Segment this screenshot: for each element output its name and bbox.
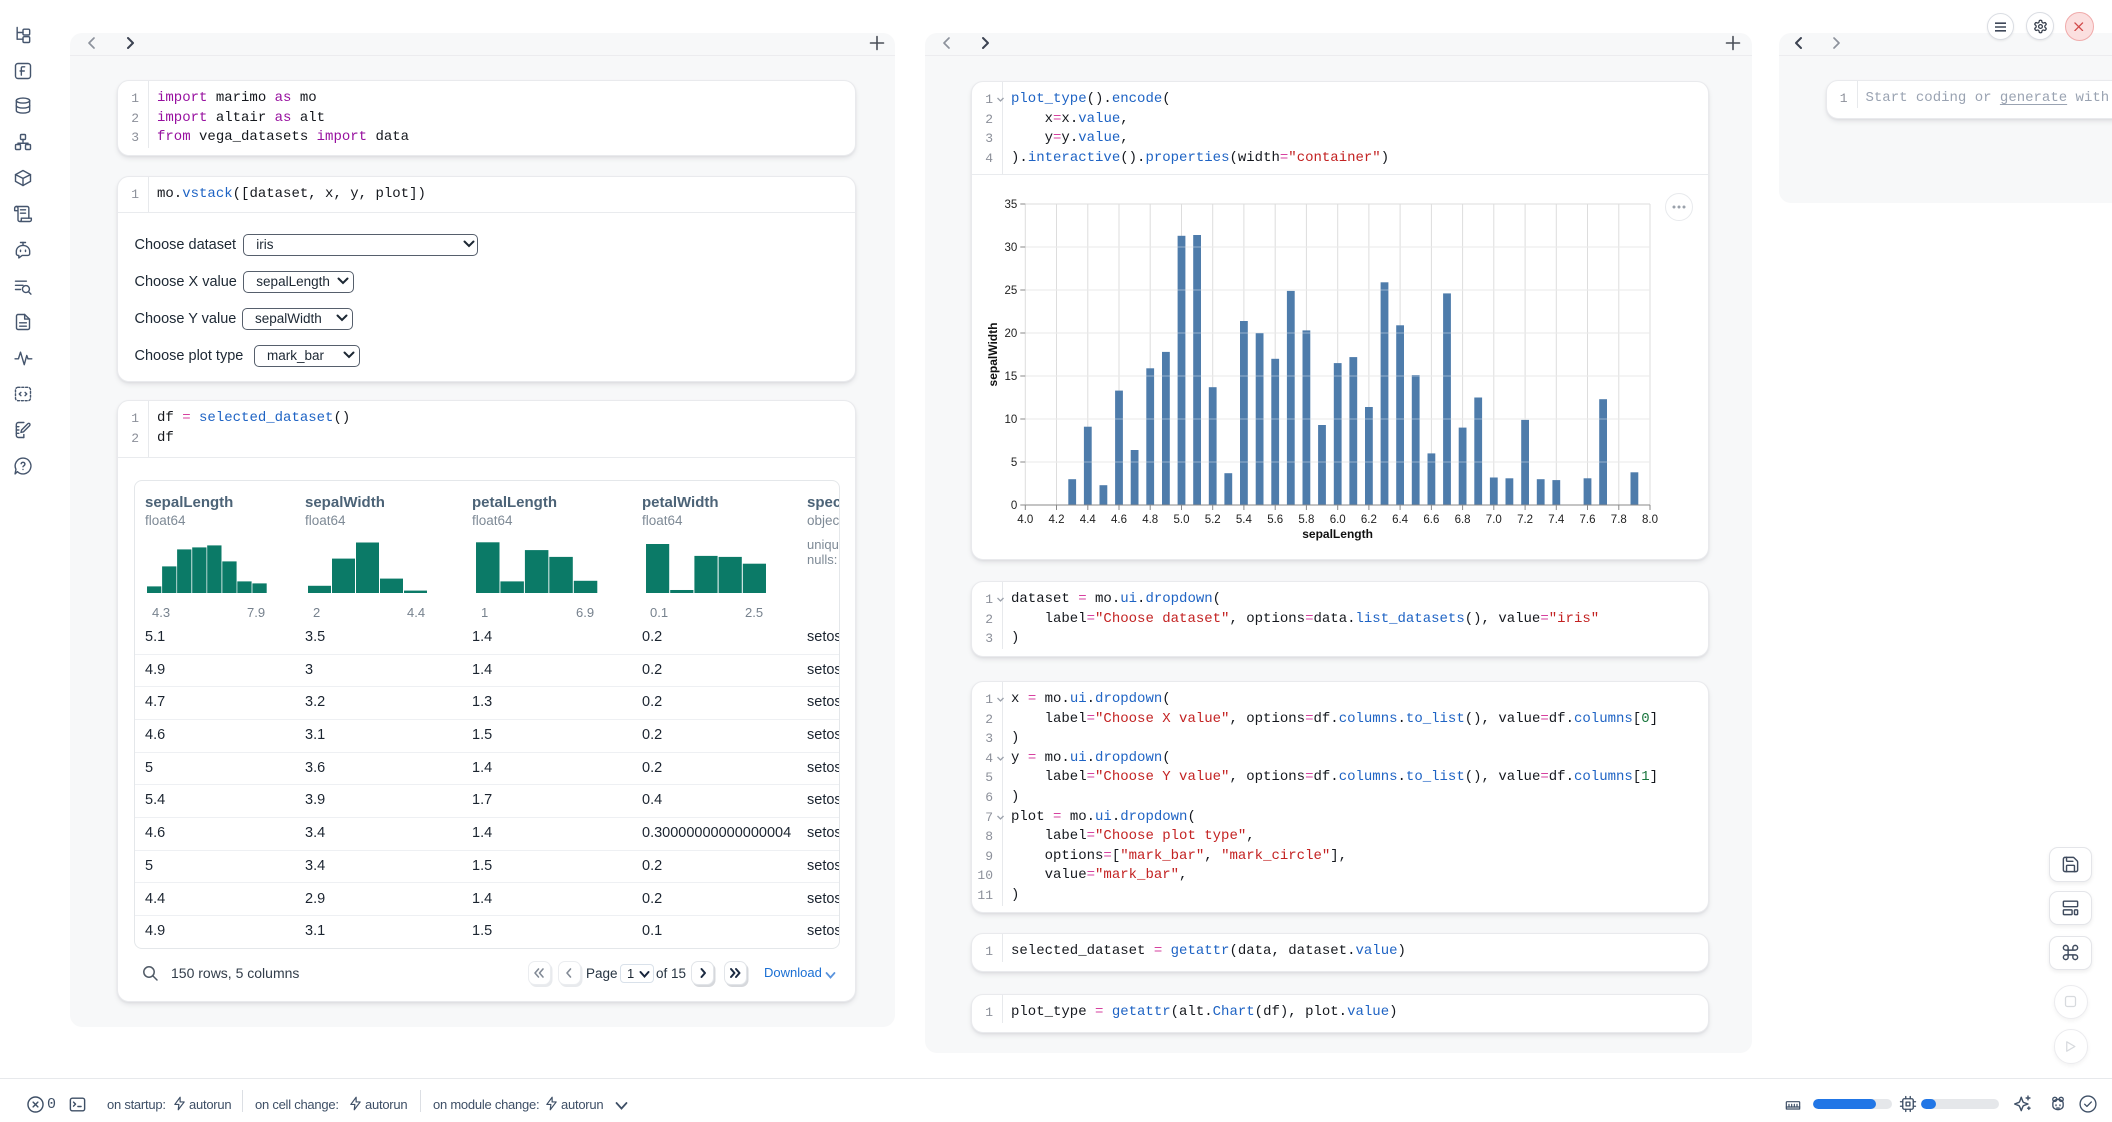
- svg-text:sepalLength: sepalLength: [1302, 527, 1373, 541]
- svg-text:7.6: 7.6: [1580, 514, 1596, 526]
- svg-text:15: 15: [1005, 371, 1018, 383]
- svg-text:10: 10: [1005, 414, 1018, 426]
- svg-text:30: 30: [1005, 242, 1018, 254]
- svg-text:4.2: 4.2: [1049, 514, 1065, 526]
- svg-text:6.4: 6.4: [1392, 514, 1409, 526]
- svg-text:20: 20: [1005, 328, 1018, 340]
- svg-text:4.8: 4.8: [1142, 514, 1158, 526]
- svg-text:5.4: 5.4: [1236, 514, 1253, 526]
- svg-text:7.2: 7.2: [1517, 514, 1533, 526]
- svg-text:35: 35: [1005, 199, 1018, 211]
- svg-text:6.2: 6.2: [1361, 514, 1377, 526]
- svg-text:sepalWidth: sepalWidth: [986, 323, 1000, 387]
- svg-text:5.2: 5.2: [1205, 514, 1221, 526]
- svg-text:6.6: 6.6: [1423, 514, 1439, 526]
- svg-text:7.0: 7.0: [1486, 514, 1502, 526]
- svg-text:4.4: 4.4: [1080, 514, 1097, 526]
- svg-text:7.4: 7.4: [1548, 514, 1565, 526]
- svg-text:0: 0: [1011, 500, 1017, 512]
- svg-text:4.0: 4.0: [1017, 514, 1033, 526]
- svg-text:5.8: 5.8: [1298, 514, 1314, 526]
- svg-text:6.8: 6.8: [1455, 514, 1471, 526]
- svg-text:5.0: 5.0: [1174, 514, 1190, 526]
- svg-text:6.0: 6.0: [1330, 514, 1346, 526]
- svg-text:5.6: 5.6: [1267, 514, 1283, 526]
- svg-text:8.0: 8.0: [1642, 514, 1658, 526]
- svg-text:25: 25: [1005, 285, 1018, 297]
- svg-text:7.8: 7.8: [1611, 514, 1627, 526]
- svg-text:4.6: 4.6: [1111, 514, 1127, 526]
- svg-text:5: 5: [1011, 457, 1017, 469]
